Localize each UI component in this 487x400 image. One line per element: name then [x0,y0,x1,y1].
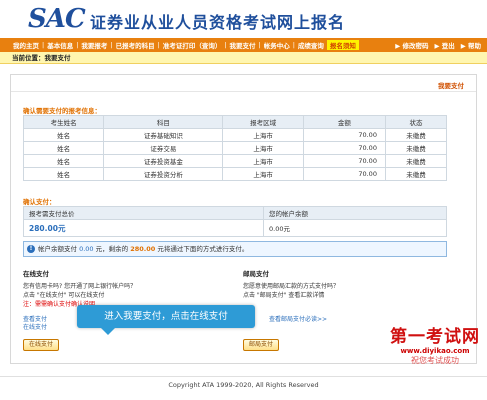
payment-summary-table: 报考需支付总价 您的帐户余额 280.00元 0.00元 [23,206,447,237]
fees-section-title: 确认需要支付的报考信息： [23,107,101,115]
nav-admission-print[interactable]: 准考证打印（查询） [160,40,225,50]
watermark-slogan: 祝您考试成功 [411,356,459,365]
nav-basic-info[interactable]: 基本信息 [44,40,76,50]
info-text: 帐户余额支付 [38,245,77,253]
breadcrumb: 当前位置：我要支付 [0,52,487,64]
fees-table: 考生姓名 科目 报考区域 金额 状态 姓名 证券基础知识 上海市 70.00 未… [22,115,448,181]
col-header-name: 考生姓名 [22,115,105,129]
header: SAC 证券业从业人员资格考试网上报名 [0,0,487,38]
table-header-row: 报考需支付总价 您的帐户余额 [23,206,447,220]
cell-status: 未缴费 [384,154,448,168]
info-balance: 0.00 [79,245,94,253]
postal-pay-button[interactable]: 邮局支付 [243,339,279,351]
col-header-status: 状态 [384,115,448,129]
cell-region: 上海市 [222,167,304,181]
logout-link[interactable]: ▶ 登出 [434,40,454,50]
nav-register-exam[interactable]: 我要报考 [78,40,110,50]
cell-amount: 70.00 [302,167,386,181]
online-pay-link2[interactable]: 在线支付 [23,324,47,332]
cell-status: 未缴费 [384,141,448,155]
watermark-title: 第一考试网 [390,327,480,347]
cell-subject: 证券投资分析 [103,167,224,181]
help-link[interactable]: ▶ 帮助 [461,40,481,50]
total-label: 报考需支付总价 [23,206,264,220]
online-pay-line1: 您有信用卡吗? 您开通了网上银行帐户吗？ [23,283,137,290]
nav-registered-subjects[interactable]: 已报考的科目 [113,40,158,50]
total-value: 280.00元 [23,219,264,237]
site-title: 证券业从业人员资格考试网上报名 [90,13,346,32]
cell-name: 姓名 [22,154,105,168]
table-row: 姓名 证券投资分析 上海市 70.00 未缴费 [22,167,448,181]
cell-amount: 70.00 [302,128,386,142]
nav-score-query[interactable]: 成绩查询 [295,40,327,50]
nav-pay[interactable]: 我要支付 [227,40,259,50]
cell-subject: 证券投资基金 [103,154,224,168]
col-header-subject: 科目 [103,115,224,129]
sac-logo: SAC [28,4,86,34]
online-pay-title: 在线支付 [23,270,49,278]
cell-region: 上海市 [222,128,304,142]
cell-name: 姓名 [22,128,105,142]
cell-amount: 70.00 [302,154,386,168]
cell-region: 上海市 [222,154,304,168]
payment-section-title: 确认支付： [23,198,56,206]
cell-subject: 证券基础知识 [103,128,224,142]
watermark-url: www.diyikao.com [400,347,470,355]
guide-tooltip: 进入我要支付，点击在线支付 [77,305,255,335]
payment-info-bar: ! 帐户余额支付 0.00 元，剩余的 280.00 元将通过下面的方式进行支付… [23,241,447,257]
cell-status: 未缴费 [384,128,448,142]
watermark: 第一考试网 www.diyikao.com 祝您考试成功 [385,322,485,366]
postal-pay-line2: 点击 "邮局支付" 查看汇款详情 [243,292,325,299]
info-icon: ! [27,245,35,253]
nav-account-center[interactable]: 帐务中心 [261,40,293,50]
col-header-region: 报考区域 [222,115,304,129]
cell-region: 上海市 [222,141,304,155]
table-row: 280.00元 0.00元 [23,219,447,237]
cell-amount: 70.00 [302,141,386,155]
balance-value: 0.00元 [263,219,447,237]
online-pay-link[interactable]: 查看支付 [23,316,47,324]
balance-label: 您的帐户余额 [263,206,447,220]
cell-name: 姓名 [22,167,105,181]
nav-account-links: ▶ 修改密码 ▶ 登出 ▶ 帮助 [389,40,487,50]
postal-pay-guide-link[interactable]: 查看邮局支付必读>> [269,316,327,324]
info-text: 元将通过下面的方式进行支付。 [157,245,249,253]
main-nav: 我的主页 | 基本信息 | 我要报考 | 已报考的科目 | 准考证打印（查询） | 我要支… [0,38,487,52]
col-header-amount: 金额 [302,115,386,129]
table-row: 姓名 证券投资基金 上海市 70.00 未缴费 [22,154,448,168]
online-pay-line2: 点击 "在线支付" 可以在线支付 [23,292,105,299]
postal-pay-line1: 您愿意使用邮局汇款的方式支付吗？ [243,283,340,290]
table-row: 姓名 证券基础知识 上海市 70.00 未缴费 [22,128,448,142]
online-pay-button[interactable]: 在线支付 [23,339,59,351]
cell-subject: 证券交易 [103,141,224,155]
info-remaining: 280.00 [130,245,156,253]
postal-pay-title: 邮局支付 [243,270,269,278]
nav-home[interactable]: 我的主页 [10,40,42,50]
table-header-row: 考生姓名 科目 报考区域 金额 状态 [22,115,448,129]
cell-name: 姓名 [22,141,105,155]
footer: Copyright ATA 1999-2020, All Rights Rese… [0,376,487,400]
change-password-link[interactable]: ▶ 修改密码 [395,40,428,50]
divider [11,91,476,92]
info-text: 元，剩余的 [95,245,129,253]
table-row: 姓名 证券交易 上海市 70.00 未缴费 [22,141,448,155]
nav-registration-notice[interactable]: 报名须知 [326,40,359,50]
panel-title: 我要支付 [438,82,464,90]
cell-status: 未缴费 [384,167,448,181]
